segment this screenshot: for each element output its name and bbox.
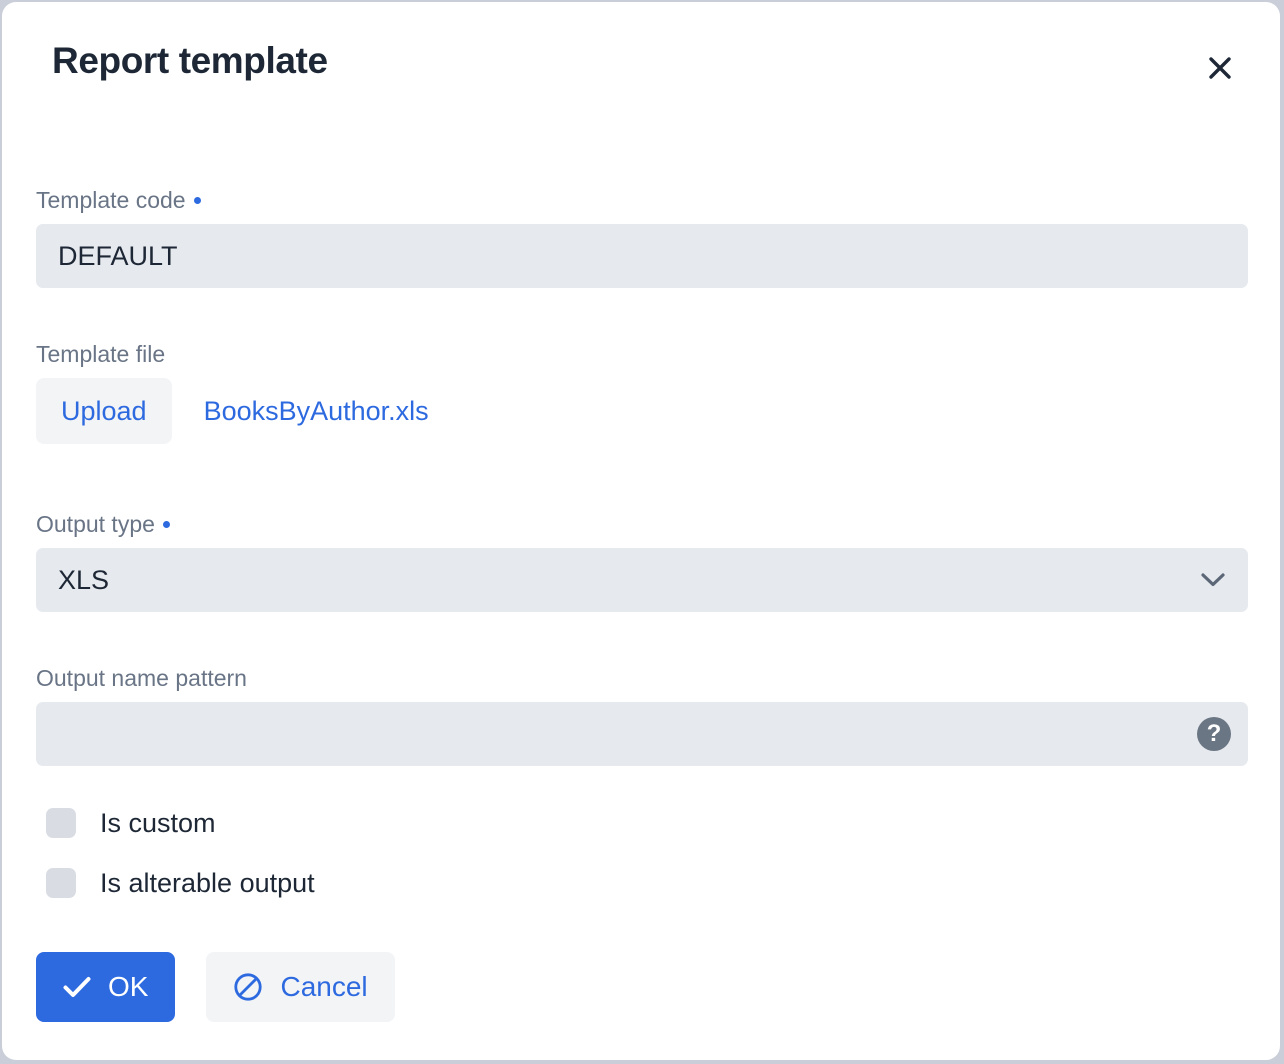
- checkbox-box[interactable]: [46, 808, 76, 838]
- close-icon: [1207, 55, 1233, 81]
- ok-button-label: OK: [108, 971, 149, 1002]
- checkbox-label: Is alterable output: [100, 867, 315, 898]
- upload-button[interactable]: Upload: [36, 378, 172, 445]
- field-template-file: Template file Upload BooksByAuthor.xls: [36, 341, 1248, 445]
- ban-icon: [233, 972, 263, 1002]
- checkbox-is-custom[interactable]: Is custom: [46, 808, 216, 838]
- template-code-input[interactable]: DEFAULT: [36, 224, 1248, 289]
- checkbox-is-alterable-output[interactable]: Is alterable output: [46, 868, 315, 898]
- template-code-label: Template code: [36, 187, 1248, 213]
- template-code-value: DEFAULT: [58, 240, 178, 271]
- field-template-code: Template code DEFAULT: [36, 187, 1248, 289]
- checkbox-box[interactable]: [46, 868, 76, 898]
- template-file-label: Template file: [36, 341, 166, 367]
- output-type-label: Output type: [36, 511, 1248, 537]
- checkbox-label: Is custom: [100, 807, 216, 838]
- output-type-select[interactable]: XLS: [36, 548, 1248, 613]
- dialog-header: Report template: [2, 2, 1280, 120]
- page-title: Report template: [52, 40, 328, 81]
- field-output-name-pattern: Output name pattern ?: [36, 665, 1248, 767]
- output-name-pattern-input[interactable]: ?: [36, 702, 1248, 767]
- help-circle-icon[interactable]: ?: [1197, 717, 1231, 752]
- report-template-dialog: Report template Template code DEFAULT Te…: [2, 2, 1280, 1060]
- output-name-pattern-label: Output name pattern: [36, 665, 247, 691]
- cancel-button[interactable]: Cancel: [206, 952, 395, 1022]
- required-indicator-icon: [193, 197, 201, 205]
- chevron-down-icon[interactable]: [1198, 565, 1228, 595]
- cancel-button-label: Cancel: [280, 971, 368, 1002]
- template-file-row: Upload BooksByAuthor.xls: [36, 378, 1248, 445]
- field-output-type: Output type XLS: [36, 511, 1248, 613]
- uploaded-file-link[interactable]: BooksByAuthor.xls: [204, 396, 429, 427]
- output-type-value: XLS: [58, 564, 110, 595]
- dialog-body: Template code DEFAULT Template file Uplo…: [2, 120, 1280, 1060]
- check-icon: [63, 976, 91, 998]
- required-indicator-icon: [162, 521, 170, 529]
- ok-button[interactable]: OK: [36, 952, 176, 1022]
- dialog-footer: OK Cancel: [36, 952, 395, 1022]
- close-button[interactable]: [1202, 50, 1238, 86]
